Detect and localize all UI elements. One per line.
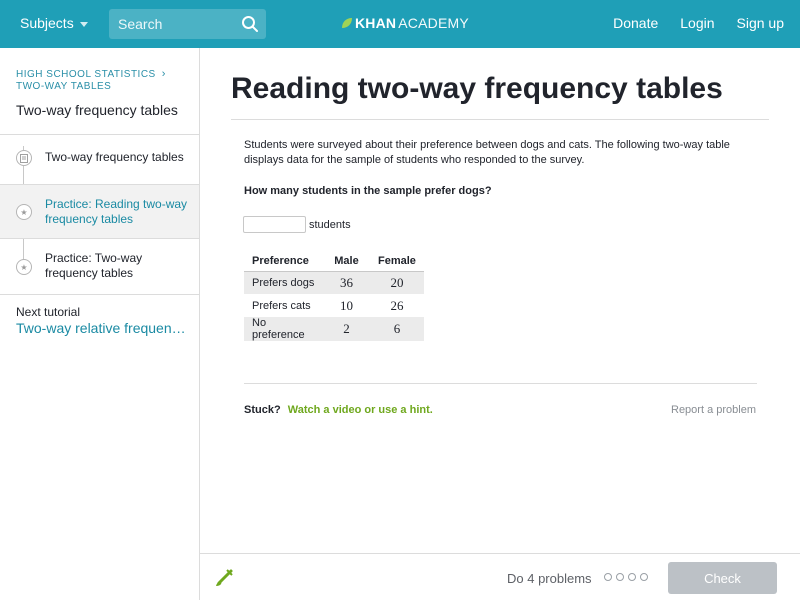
chevron-down-icon [79,21,88,27]
page-title: Reading two-way frequency tables [231,72,723,105]
chevron-right-icon: › [161,68,166,80]
stuck-label: Stuck? [244,404,281,416]
leaf-icon [342,18,352,28]
logo-light-text: ACADEMY [398,15,469,31]
sidebar-item-label: Practice: Reading two-way frequency tabl… [45,197,188,226]
problem-question: How many students in the sample prefer d… [244,185,492,197]
table-cell: No preference [244,317,323,341]
sidebar-item-label: Practice: Two-way frequency tables [45,251,143,280]
next-tutorial-label: Next tutorial [16,305,81,319]
next-tutorial-link[interactable]: Two-way relative frequency tables [16,320,191,336]
sidebar-item-video[interactable]: Two-way frequency tables [0,135,199,185]
table-row: No preference 2 6 [244,317,424,341]
scratchpad-icon[interactable] [213,567,235,589]
star-icon: ★ [16,204,32,220]
breadcrumb-course-label: HIGH SCHOOL STATISTICS [16,68,156,80]
table-cell: 20 [370,271,424,294]
table-header: Male [323,251,370,272]
breadcrumb-unit[interactable]: TWO-WAY TABLES [16,81,111,92]
table-cell: Prefers cats [252,299,311,312]
subjects-label: Subjects [20,15,74,31]
check-button[interactable]: Check [668,562,777,594]
subjects-menu[interactable]: Subjects [20,15,88,31]
table-header: Female [370,251,424,272]
login-link[interactable]: Login [680,15,714,31]
tutorial-items-list: Two-way frequency tables ★ Practice: Rea… [0,134,199,295]
breadcrumb-course[interactable]: HIGH SCHOOL STATISTICS › [16,68,166,80]
answer-input[interactable] [243,216,306,233]
sidebar-item-practice-reading[interactable]: ★ Practice: Reading two-way frequency ta… [0,185,199,239]
table-header-row: Preference Male Female [244,251,424,272]
star-icon: ★ [16,259,32,275]
top-navigation-bar: Subjects KHANACADEMY Donate Login Sign u… [0,0,800,48]
table-cell: 10 [340,297,353,313]
signup-link[interactable]: Sign up [737,15,784,31]
table-row: Prefers cats 10 26 [244,294,424,317]
title-divider [231,119,769,120]
progress-dot [640,573,648,581]
progress-dot [604,573,612,581]
donate-link[interactable]: Donate [613,15,658,31]
hint-divider [244,383,757,384]
video-icon [16,150,32,166]
logo-bold-text: KHAN [355,15,397,31]
table-cell: 2 [323,317,370,341]
table-cell: 36 [323,271,370,294]
problem-progress-dots [604,573,648,581]
two-way-frequency-table: Preference Male Female Prefers dogs 36 2… [244,251,424,341]
answer-unit-label: students [309,218,351,231]
search-box [109,9,266,39]
search-icon[interactable] [241,15,259,33]
table-cell: 26 [390,297,404,313]
progress-dot [616,573,624,581]
table-cell: Prefers dogs [244,271,323,294]
search-input[interactable] [109,9,234,39]
answer-row: students [243,216,351,233]
report-problem-link[interactable]: Report a problem [671,404,756,416]
sidebar: HIGH SCHOOL STATISTICS › TWO-WAY TABLES … [0,48,200,600]
account-nav: Donate Login Sign up [613,15,784,31]
khan-academy-logo[interactable]: KHAN ACADEMY [341,15,469,31]
sidebar-item-label: Two-way frequency tables [45,150,184,164]
table-header: Preference [244,251,323,272]
table-cell: 6 [370,317,424,341]
tutorial-title: Two-way frequency tables [16,102,178,118]
do-problems-label: Do 4 problems [507,571,592,586]
exercise-footer: Do 4 problems Check [200,553,800,600]
progress-dot [628,573,636,581]
table-row: Prefers dogs 36 20 [244,271,424,294]
problem-prompt: Students were surveyed about their prefe… [244,139,730,166]
sidebar-item-practice-two-way[interactable]: ★ Practice: Two-way frequency tables [0,239,199,295]
stuck-section: Stuck? Watch a video or use a hint. [244,404,433,416]
hint-link[interactable]: Watch a video or use a hint. [288,404,433,416]
